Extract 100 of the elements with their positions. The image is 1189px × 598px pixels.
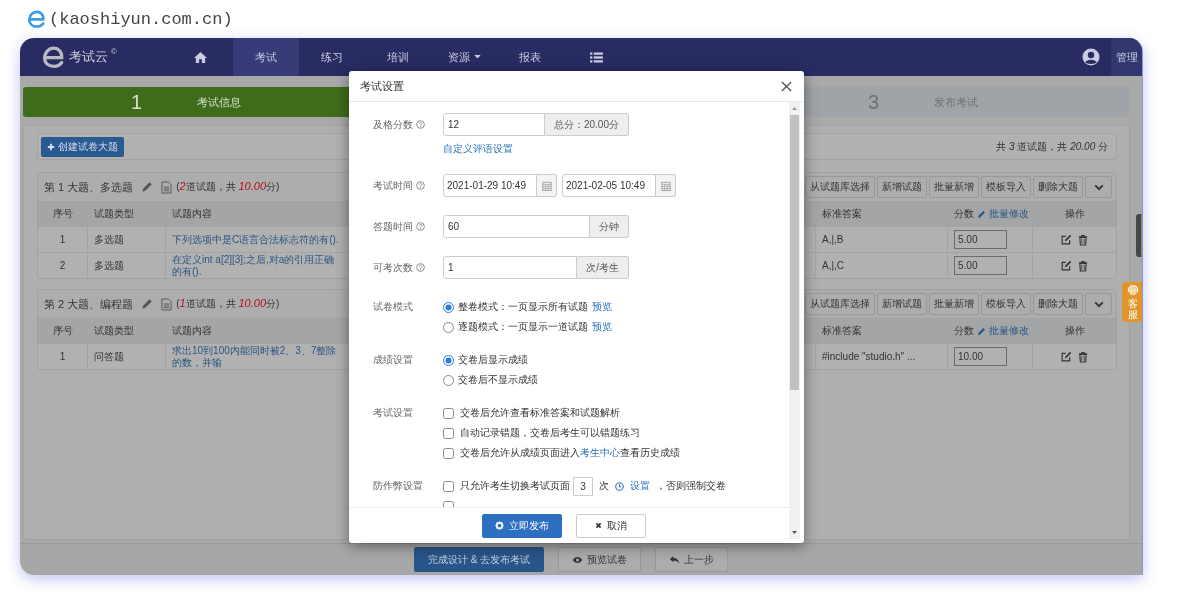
document-icon[interactable] [161, 180, 173, 194]
pencil-icon[interactable] [141, 298, 154, 310]
score-field[interactable]: 5.00 [954, 230, 1007, 249]
input-addon: 总分：20.00分 [544, 113, 629, 136]
column-header: 操作 [1033, 319, 1116, 343]
field-label: 试卷模式 [373, 300, 413, 314]
column-header: 序号 [38, 202, 88, 226]
nav-tab[interactable]: 培训 [365, 38, 431, 76]
custom-comment-link[interactable]: 自定义评语设置 [443, 142, 513, 156]
section-action-button[interactable]: 新增试题 [877, 293, 927, 315]
option-label: 交卷后允许从成绩页面进入考生中心查看历史成绩 [460, 446, 680, 460]
calendar-button[interactable] [656, 174, 676, 197]
table-cell: 问答题 [88, 343, 166, 369]
radio-button[interactable] [443, 374, 454, 386]
help-icon[interactable] [416, 263, 425, 272]
help-icon[interactable] [416, 181, 425, 190]
date-field[interactable]: 2021-01-29 10:49 [443, 174, 537, 197]
section-action-button[interactable]: 新增试题 [877, 176, 927, 198]
logo-icon [42, 46, 66, 68]
field-label: 成绩设置 [373, 353, 413, 367]
radio-button[interactable] [443, 354, 454, 366]
trash-icon[interactable] [1078, 233, 1088, 246]
admin-menu[interactable]: 管理 [1111, 38, 1142, 76]
copyright-mark: © [111, 47, 117, 56]
cancel-button[interactable]: 取消 [576, 513, 646, 538]
nav-tab[interactable]: 考试 [233, 38, 299, 76]
settings-link[interactable]: 设置 [630, 479, 650, 493]
section-action-button[interactable]: 删除大题 [1033, 293, 1083, 315]
count-field[interactable]: 3 [573, 476, 593, 496]
student-center-link[interactable]: 考生中心 [580, 447, 620, 458]
table-cell: 1 [38, 226, 88, 252]
reply-arrow-icon [669, 554, 681, 565]
trash-icon[interactable] [1078, 259, 1088, 272]
finish-design-button[interactable]: 完成设计 & 去发布考试 [413, 547, 545, 572]
help-icon[interactable] [416, 222, 425, 231]
calendar-button[interactable] [537, 174, 557, 197]
score-field[interactable]: 5.00 [954, 256, 1007, 275]
question-summary: 共 3 道试题，共 20.00 分 [996, 139, 1108, 154]
input-addon: 分钟 [590, 215, 629, 238]
input-field[interactable]: 12 [443, 113, 545, 136]
option-label: 逐题模式：一页显示一道试题 [458, 320, 588, 334]
question-link[interactable]: 下列选项中是C语言合法标志符的有(). [172, 233, 339, 246]
section-action-button[interactable]: 批量新增 [929, 176, 979, 198]
nav-tab[interactable]: 练习 [299, 38, 365, 76]
section-action-button[interactable]: 模板导入 [981, 293, 1031, 315]
field-label: 考试时间 [373, 178, 413, 193]
preview-button[interactable]: 预览试卷 [558, 547, 642, 572]
input-field[interactable]: 1 [443, 256, 578, 279]
close-icon[interactable] [781, 80, 792, 92]
help-icon[interactable] [416, 120, 425, 129]
batch-edit-link[interactable]: 批量修改 [989, 207, 1029, 221]
side-handle[interactable] [1136, 214, 1142, 257]
table-cell: A,|,C [816, 252, 948, 278]
question-link[interactable]: 求出10到100内能同时被2、3、7整除的数，并输 [172, 344, 344, 369]
checkbox[interactable] [443, 427, 454, 439]
back-button[interactable]: 上一步 [655, 547, 729, 572]
table-cell: 多选题 [88, 226, 166, 252]
option-label: 只允许考生切换考试页面 [460, 479, 570, 493]
checkbox[interactable] [443, 407, 454, 419]
section-action-button[interactable]: 从试题库选择 [805, 293, 875, 315]
score-field[interactable]: 10.00 [954, 347, 1007, 366]
more-button[interactable] [1085, 176, 1112, 198]
calendar-icon [541, 180, 552, 191]
question-link[interactable]: 在定义int a[2][3];之后,对a的引用正确的有(). [172, 253, 344, 278]
preview-link[interactable]: 预览 [592, 320, 612, 334]
trash-icon[interactable] [1078, 350, 1088, 363]
user-icon[interactable] [1082, 48, 1100, 66]
section-summary: (1道试题，共 10.00分) [176, 297, 280, 311]
field-label: 考试设置 [373, 406, 413, 420]
document-icon[interactable] [161, 297, 173, 311]
step-label: 考试信息 [197, 94, 242, 110]
column-header: 试题类型 [88, 202, 166, 226]
section-action-button[interactable]: 模板导入 [981, 176, 1031, 198]
preview-link[interactable]: 预览 [592, 300, 612, 314]
scrollbar[interactable] [789, 102, 800, 539]
radio-button[interactable] [443, 321, 454, 333]
create-section-button[interactable]: 创建试卷大题 [41, 136, 124, 157]
section-action-button[interactable]: 从试题库选择 [805, 176, 875, 198]
more-button[interactable] [1085, 293, 1112, 315]
caption-text: (kaoshiyun.com.cn) [49, 9, 233, 29]
input-field[interactable]: 60 [443, 215, 590, 238]
clock-icon [615, 481, 624, 491]
checkbox[interactable] [443, 480, 454, 492]
checkbox[interactable] [443, 447, 454, 459]
table-cell: 多选题 [88, 252, 166, 278]
input-addon: 次/考生 [577, 256, 629, 279]
pencil-icon[interactable] [141, 181, 154, 193]
publish-button[interactable]: 立即发布 [482, 513, 562, 538]
option-label: 交卷后允许查看标准答案和试题解析 [460, 406, 620, 420]
nav-tab[interactable]: 报表 [497, 38, 563, 76]
batch-edit-link[interactable]: 批量修改 [989, 324, 1029, 338]
column-header: 序号 [38, 319, 88, 343]
edit-icon[interactable] [1061, 260, 1072, 271]
edit-icon[interactable] [1061, 351, 1072, 362]
section-action-button[interactable]: 删除大题 [1033, 176, 1083, 198]
radio-button[interactable] [443, 301, 454, 313]
table-cell: 2 [38, 252, 88, 278]
edit-icon[interactable] [1061, 234, 1072, 245]
date-field[interactable]: 2021-02-05 10:49 [562, 174, 656, 197]
section-action-button[interactable]: 批量新增 [929, 293, 979, 315]
